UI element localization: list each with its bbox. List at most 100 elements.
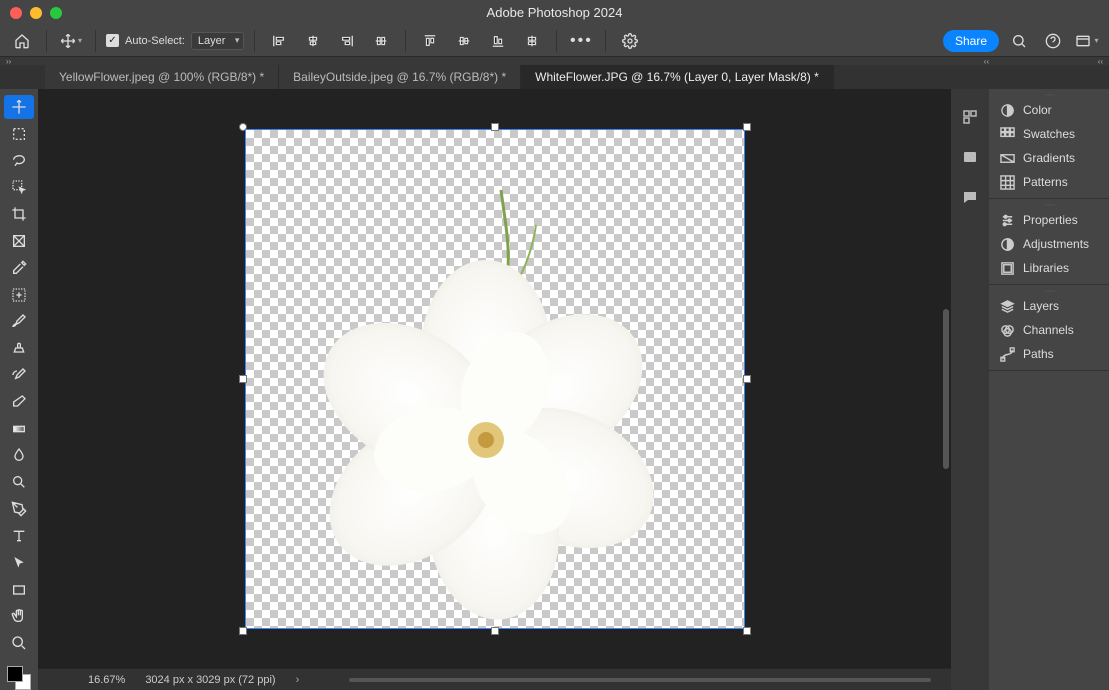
panel-tab-paths[interactable]: Paths: [989, 342, 1109, 366]
eyedropper-tool[interactable]: [4, 256, 34, 280]
distribute-h-button[interactable]: [367, 29, 395, 53]
divider: [95, 30, 96, 52]
handle-middle-left[interactable]: [239, 375, 247, 383]
move-tool[interactable]: [4, 95, 34, 119]
panel-tab-gradients[interactable]: Gradients: [989, 146, 1109, 170]
gradient-tool[interactable]: [4, 417, 34, 441]
divider: [556, 30, 557, 52]
panel-label: Layers: [1023, 299, 1059, 313]
handle-top-middle[interactable]: [491, 123, 499, 131]
align-bottom-button[interactable]: [484, 29, 512, 53]
handle-middle-right[interactable]: [743, 375, 751, 383]
panel-tab-properties[interactable]: Properties: [989, 208, 1109, 232]
panel-icon-history[interactable]: [962, 149, 978, 169]
align-left-button[interactable]: [265, 29, 293, 53]
panel-label: Swatches: [1023, 127, 1075, 141]
panel-label: Patterns: [1023, 175, 1068, 189]
workspace-switcher-button[interactable]: ▾: [1073, 29, 1101, 53]
brush-tool[interactable]: [4, 310, 34, 334]
handle-top-left[interactable]: [239, 123, 247, 131]
handle-bottom-middle[interactable]: [491, 627, 499, 635]
doc-info[interactable]: 3024 px x 3029 px (72 ppi): [145, 674, 275, 686]
align-right-button[interactable]: [333, 29, 361, 53]
status-chevron-icon[interactable]: ›: [296, 674, 300, 686]
home-icon: [14, 33, 30, 49]
pen-tool[interactable]: [4, 497, 34, 521]
auto-select-scope-select[interactable]: Layer: [191, 32, 245, 50]
document-tab[interactable]: WhiteFlower.JPG @ 16.7% (Layer 0, Layer …: [521, 65, 834, 89]
panel-label: Color: [1023, 103, 1052, 117]
layers-icon: [999, 298, 1015, 314]
foreground-background-swatches[interactable]: [7, 666, 31, 690]
path-selection-tool[interactable]: [4, 551, 34, 575]
zoom-tool[interactable]: [4, 631, 34, 655]
align-top-button[interactable]: [416, 29, 444, 53]
gear-icon: [622, 33, 638, 49]
handle-top-right[interactable]: [743, 123, 751, 131]
maximize-window-button[interactable]: [50, 7, 62, 19]
handle-bottom-right[interactable]: [743, 627, 751, 635]
rectangular-marquee-tool[interactable]: [4, 122, 34, 146]
document-canvas[interactable]: [245, 129, 745, 629]
navigator-slider[interactable]: [349, 678, 931, 682]
tools-panel: [0, 89, 38, 690]
workspace-icon: [1075, 33, 1091, 49]
canvas-viewport[interactable]: [38, 89, 951, 668]
panel-tab-color[interactable]: Color: [989, 98, 1109, 122]
panel-tab-layers[interactable]: Layers: [989, 294, 1109, 318]
panel-icon-comments[interactable]: [962, 189, 978, 209]
document-tab[interactable]: BaileyOutside.jpeg @ 16.7% (RGB/8*) *: [279, 65, 521, 89]
vertical-scrollbar[interactable]: [943, 309, 949, 469]
collapse-left-toggle[interactable]: ››: [6, 57, 11, 66]
home-button[interactable]: [8, 29, 36, 53]
document-tab[interactable]: YellowFlower.jpeg @ 100% (RGB/8*) *: [45, 65, 279, 89]
distribute-v-button[interactable]: [518, 29, 546, 53]
minimize-window-button[interactable]: [30, 7, 42, 19]
frame-tool[interactable]: [4, 229, 34, 253]
foreground-color-swatch[interactable]: [7, 666, 23, 682]
auto-select-checkbox[interactable]: ✓: [106, 34, 119, 47]
crop-tool[interactable]: [4, 202, 34, 226]
right-panels: Color Swatches Gradients Patterns Properties…: [989, 89, 1109, 690]
panel-label: Channels: [1023, 323, 1074, 337]
handle-bottom-left[interactable]: [239, 627, 247, 635]
search-button[interactable]: [1005, 29, 1033, 53]
type-tool[interactable]: [4, 524, 34, 548]
spot-healing-brush-tool[interactable]: [4, 283, 34, 307]
blur-tool[interactable]: [4, 444, 34, 468]
rectangle-tool[interactable]: [4, 578, 34, 602]
close-window-button[interactable]: [10, 7, 22, 19]
channels-icon: [999, 322, 1015, 338]
collapse-right-toggle[interactable]: ‹‹: [984, 57, 989, 66]
hand-tool[interactable]: [4, 604, 34, 628]
transform-bounding-box[interactable]: [243, 127, 747, 631]
history-brush-tool[interactable]: [4, 363, 34, 387]
panel-tab-swatches[interactable]: Swatches: [989, 122, 1109, 146]
panel-tab-libraries[interactable]: Libraries: [989, 256, 1109, 280]
panel-tab-adjustments[interactable]: Adjustments: [989, 232, 1109, 256]
panel-tab-channels[interactable]: Channels: [989, 318, 1109, 342]
settings-button[interactable]: [616, 29, 644, 53]
panel-icon-histogram[interactable]: [962, 109, 978, 129]
properties-icon: [999, 212, 1015, 228]
lasso-tool[interactable]: [4, 149, 34, 173]
panel-tab-patterns[interactable]: Patterns: [989, 170, 1109, 194]
collapse-far-toggle[interactable]: ‹‹: [1098, 57, 1103, 66]
move-tool-indicator[interactable]: ▾: [57, 29, 85, 53]
panel-label: Adjustments: [1023, 237, 1089, 251]
chevron-down-icon: ▾: [78, 36, 82, 45]
clone-stamp-tool[interactable]: [4, 336, 34, 360]
align-middle-v-button[interactable]: [450, 29, 478, 53]
align-center-h-button[interactable]: [299, 29, 327, 53]
object-selection-tool[interactable]: [4, 175, 34, 199]
eraser-tool[interactable]: [4, 390, 34, 414]
zoom-level[interactable]: 16.67%: [88, 674, 125, 686]
more-options-button[interactable]: •••: [567, 29, 595, 53]
panel-group: Color Swatches Gradients Patterns: [989, 89, 1109, 199]
panel-group: Layers Channels Paths: [989, 285, 1109, 371]
dodge-tool[interactable]: [4, 470, 34, 494]
panel-label: Properties: [1023, 213, 1078, 227]
help-button[interactable]: [1039, 29, 1067, 53]
share-button[interactable]: Share: [943, 30, 999, 52]
collapsed-panel-strip: [951, 89, 989, 690]
